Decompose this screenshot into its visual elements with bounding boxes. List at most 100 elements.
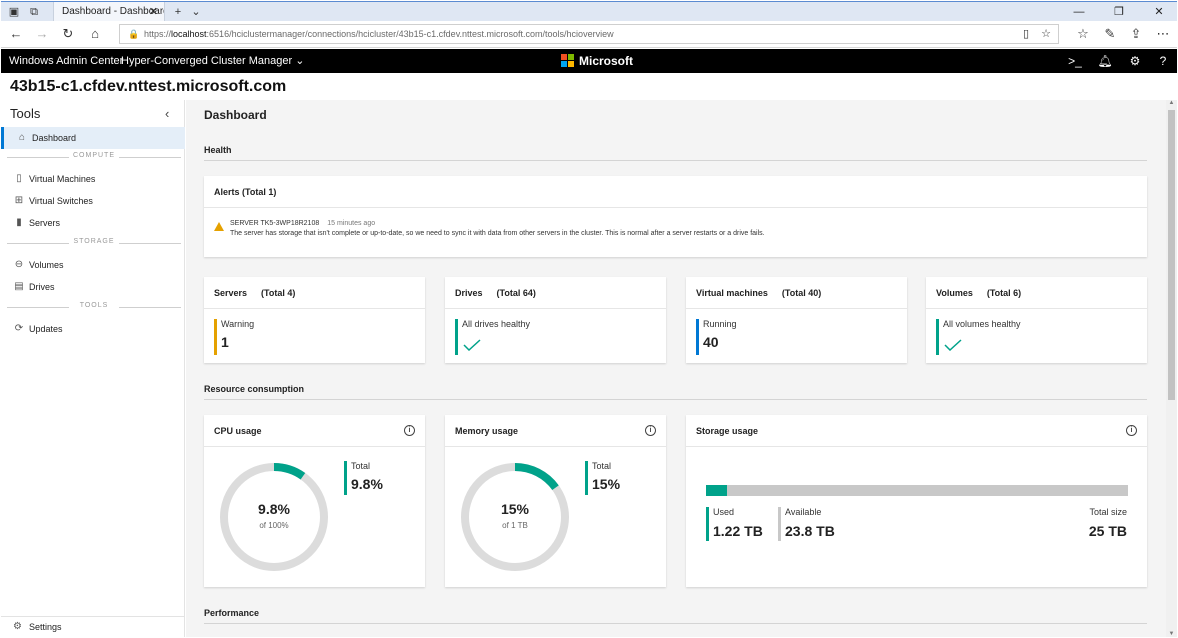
sidebar-item-volumes[interactable]: ⊖ Volumes [1, 254, 185, 276]
vms-status-label: Running [703, 319, 737, 329]
servers-card[interactable]: Servers (Total 4) Warning 1 [204, 277, 425, 363]
help-icon[interactable]: ? [1153, 49, 1173, 73]
back-tabs-icon[interactable]: ⧉ [27, 5, 41, 19]
cpu-total-label: Total [351, 461, 371, 471]
storage-bar [706, 485, 1128, 496]
checkmark-icon [944, 339, 962, 351]
alerts-card: Alerts (Total 1) SERVER TK5-3WP18R2108 15… [204, 176, 1147, 257]
notifications-bell-icon[interactable]: 🔔︎ [1095, 49, 1115, 73]
home-icon[interactable]: ⌂ [86, 25, 104, 43]
share-icon[interactable]: ⇪ [1127, 25, 1145, 43]
sidebar-item-dashboard[interactable]: ⌂ Dashboard [1, 127, 185, 149]
content-scrollbar[interactable]: ▲ ▼ [1166, 100, 1177, 637]
scroll-up-icon[interactable]: ▲ [1166, 100, 1177, 106]
tab-list-chevron-icon[interactable]: ⌄ [189, 5, 203, 19]
new-tab-icon[interactable]: + [171, 5, 185, 19]
updates-icon: ⟳ [14, 323, 24, 334]
address-bar: ← → ↻ ⌂ 🔒 https://localhost:6516/hciclus… [1, 21, 1177, 48]
section-tools: TOOLS [5, 302, 183, 312]
checkmark-icon [463, 339, 481, 351]
memory-donut [461, 463, 569, 571]
scroll-down-icon[interactable]: ▼ [1166, 631, 1177, 637]
reading-view-icon[interactable]: ▯ [1018, 25, 1034, 43]
settings-gear-icon[interactable]: ⚙ [1125, 49, 1145, 73]
restore-icon[interactable]: ❐ [1105, 2, 1133, 22]
storage-usage-card: Storage usage i Used 1.22 TB Available 23… [686, 415, 1147, 587]
info-icon[interactable]: i [645, 425, 656, 436]
available-value: 23.8 TB [785, 523, 835, 539]
app-header: Windows Admin Center Hyper-Converged Clu… [1, 49, 1177, 73]
available-label: Available [785, 507, 822, 517]
sidebar-item-updates[interactable]: ⟳ Updates [1, 318, 185, 340]
cpu-donut [220, 463, 328, 571]
volumes-title: Volumes [936, 288, 973, 298]
total-indicator [344, 461, 347, 495]
info-icon[interactable]: i [404, 425, 415, 436]
tab-close-icon[interactable]: ✕ [149, 2, 158, 22]
volumes-total: (Total 6) [986, 288, 1022, 298]
sidebar-item-servers[interactable]: ▮ Servers [1, 212, 185, 234]
memory-title: Memory usage [455, 426, 519, 436]
url-prefix: https:// [144, 29, 172, 39]
alerts-title[interactable]: Alerts (Total 1) [204, 176, 1147, 208]
settings-gear-icon: ⚙ [13, 621, 22, 632]
volumes-card[interactable]: Volumes (Total 6) All volumes healthy [926, 277, 1147, 363]
lock-icon: 🔒 [128, 29, 140, 39]
favorites-icon[interactable]: ☆ [1074, 25, 1092, 43]
app-title[interactable]: Windows Admin Center [9, 49, 123, 73]
info-icon[interactable]: i [1126, 425, 1137, 436]
forward-icon[interactable]: → [33, 25, 51, 43]
chevron-down-icon: ⌄ [295, 55, 305, 67]
collapse-chevron-icon[interactable]: ‹ [165, 106, 169, 121]
url-field[interactable]: 🔒 https://localhost:6516/hciclustermanag… [119, 24, 1059, 44]
browser-tab[interactable]: Dashboard - Dashboard ✕ [53, 2, 165, 22]
virtual-machines-card[interactable]: Virtual machines (Total 40) Running 40 [686, 277, 907, 363]
tool-menu[interactable]: Hyper-Converged Cluster Manager ⌄ [121, 49, 304, 73]
connection-title: 43b15-c1.cfdev.nttest.microsoft.com [10, 78, 287, 95]
close-window-icon[interactable]: ✕ [1145, 2, 1173, 22]
storage-title: Storage usage [696, 426, 759, 436]
running-indicator [696, 319, 699, 355]
warning-indicator [214, 319, 217, 355]
minimize-icon[interactable]: — [1065, 2, 1093, 22]
scroll-thumb[interactable] [1168, 110, 1175, 400]
sidebar-item-label: Servers [29, 218, 61, 228]
drive-icon: ▤ [14, 281, 24, 292]
alert-message: The server has storage that isn't comple… [230, 230, 765, 237]
section-compute: COMPUTE [5, 152, 183, 162]
available-indicator [778, 507, 781, 541]
drives-card[interactable]: Drives (Total 64) All drives healthy [445, 277, 666, 363]
sidebar-item-label: Settings [29, 622, 62, 632]
warning-icon [214, 222, 224, 231]
virtual-switch-icon: ⊞ [14, 195, 24, 206]
alert-source: SERVER TK5-3WP18R2108 [230, 220, 320, 227]
favorite-star-icon[interactable]: ☆ [1038, 25, 1054, 43]
servers-status-value: 1 [221, 334, 229, 350]
home-icon: ⌂ [18, 132, 26, 143]
back-icon[interactable]: ← [7, 25, 25, 43]
vms-total: (Total 40) [781, 288, 822, 298]
sidebar-item-virtual-machines[interactable]: ▯ Virtual Machines [1, 168, 185, 190]
refresh-icon[interactable]: ↻ [59, 25, 77, 43]
sidebar-item-label: Virtual Machines [29, 174, 96, 184]
total-indicator [585, 461, 588, 495]
pen-icon[interactable]: ✎ [1101, 25, 1119, 43]
total-size-label: Total size [1089, 507, 1127, 517]
tab-actions-icon[interactable]: ▣ [7, 5, 21, 19]
page-title: Dashboard [204, 108, 267, 122]
memory-total-value: 15% [592, 476, 621, 492]
sidebar-item-settings[interactable]: ⚙ Settings [1, 616, 185, 636]
health-heading: Health [204, 145, 1147, 161]
tools-sidebar: Tools ‹ ⌂ Dashboard COMPUTE ▯ Virtual Mach… [1, 100, 185, 637]
powershell-icon[interactable]: >_ [1065, 49, 1085, 73]
sidebar-item-virtual-switches[interactable]: ⊞ Virtual Switches [1, 190, 185, 212]
storage-used-fill [706, 485, 727, 496]
sidebar-item-drives[interactable]: ▤ Drives [1, 276, 185, 298]
alert-time: 15 minutes ago [327, 220, 376, 227]
section-storage: STORAGE [5, 238, 183, 248]
cpu-sub: of 100% [259, 521, 289, 530]
healthy-indicator [455, 319, 458, 355]
cpu-total-value: 9.8% [351, 476, 383, 492]
more-icon[interactable]: ⋯ [1154, 25, 1172, 43]
used-indicator [706, 507, 709, 541]
